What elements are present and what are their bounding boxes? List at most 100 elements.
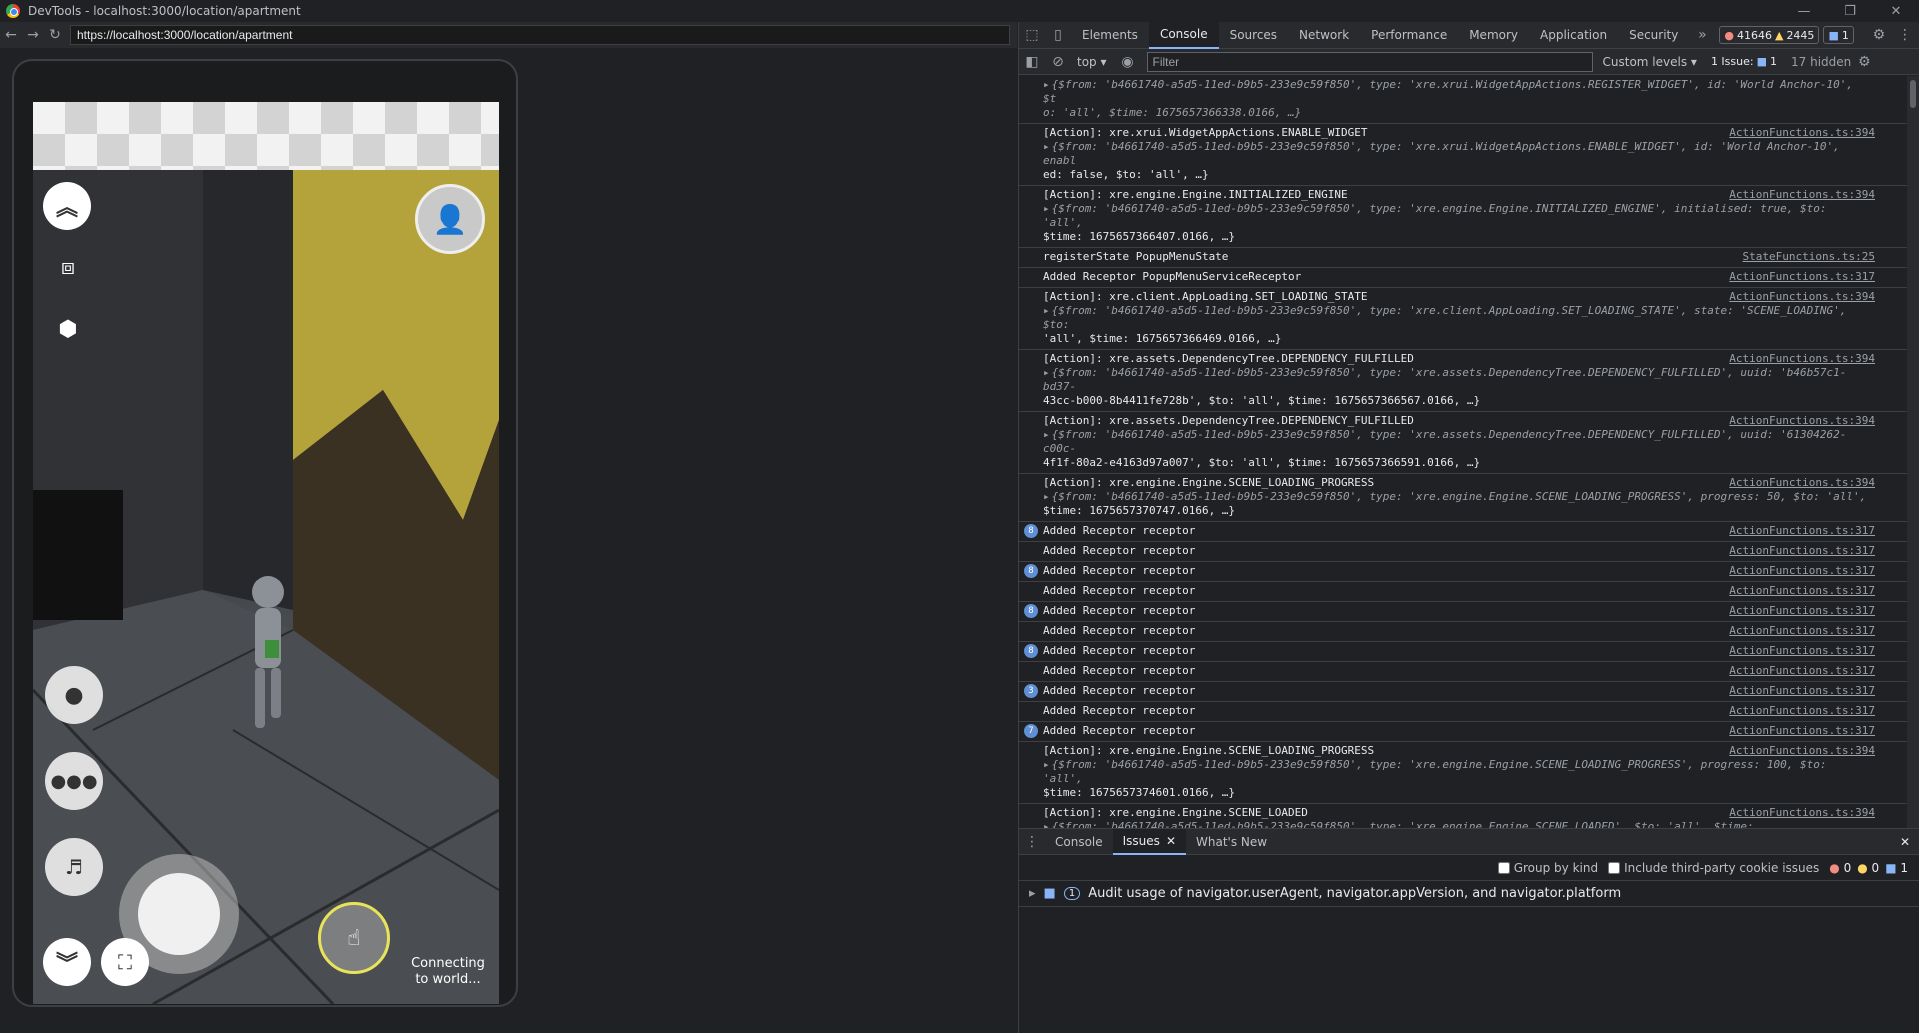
clear-console-icon[interactable]: ⊘ xyxy=(1045,48,1071,75)
avatar-button[interactable]: 👤 xyxy=(415,184,485,254)
reload-icon[interactable]: ↻ xyxy=(44,27,66,43)
vr-mode-button[interactable]: ⧈ xyxy=(45,244,91,290)
minimize-icon[interactable]: — xyxy=(1781,0,1827,22)
restore-icon[interactable]: ❐ xyxy=(1827,0,1873,22)
console-message[interactable]: [Action]: xre.engine.Engine.SCENE_LOADIN… xyxy=(1019,474,1919,522)
drawer-tab-whats-new[interactable]: What's New xyxy=(1186,829,1277,855)
drawer-close-icon[interactable]: ✕ xyxy=(1900,835,1910,849)
source-link[interactable]: ActionFunctions.ts:317 xyxy=(1729,544,1875,558)
tab-network[interactable]: Network xyxy=(1288,22,1360,49)
third-party-checkbox[interactable] xyxy=(1608,861,1621,874)
tab-elements[interactable]: Elements xyxy=(1071,22,1149,49)
source-link[interactable]: ActionFunctions.ts:317 xyxy=(1729,584,1875,598)
emote-button[interactable]: ♬ xyxy=(45,838,103,896)
profile-button[interactable]: ● xyxy=(45,666,103,724)
expand-triangle-icon[interactable]: ▸ xyxy=(1043,304,1050,317)
console-message[interactable]: [Action]: xre.assets.DependencyTree.DEPE… xyxy=(1019,412,1919,474)
source-link[interactable]: ActionFunctions.ts:317 xyxy=(1729,524,1875,538)
error-badge[interactable]: ● 41646 ▲ 2445 xyxy=(1719,26,1820,44)
interact-button[interactable]: ☝ xyxy=(318,902,390,974)
console-message[interactable]: 8 Added Receptor receptor ActionFunctions.… xyxy=(1019,562,1919,582)
sidebar-toggle-icon[interactable]: ◧ xyxy=(1019,48,1045,75)
console-message[interactable]: ▸ {$from: 'b4661740-a5d5-11ed-b9b5-233e9c… xyxy=(1019,76,1919,124)
tab-console[interactable]: Console xyxy=(1148,21,1219,49)
more-tabs-icon[interactable]: » xyxy=(1689,22,1715,49)
expand-triangle-icon[interactable]: ▸ xyxy=(1043,78,1050,91)
expand-triangle-icon[interactable]: ▸ xyxy=(1043,758,1050,771)
issues-link[interactable]: 1 Issue: ■ 1 xyxy=(1707,53,1781,71)
ar-mode-button[interactable]: ⬢ xyxy=(45,306,91,352)
console-message[interactable]: Added Receptor receptor ActionFunctions.t… xyxy=(1019,662,1919,682)
tab-sources[interactable]: Sources xyxy=(1219,22,1288,49)
expand-triangle-icon[interactable]: ▸ xyxy=(1043,490,1050,503)
eye-icon[interactable]: ◉ xyxy=(1115,48,1141,75)
console-message[interactable]: Added Receptor receptor ActionFunctions.t… xyxy=(1019,582,1919,602)
group-by-kind-checkbox[interactable] xyxy=(1497,861,1510,874)
console-message[interactable]: [Action]: xre.client.AppLoading.SET_LOAD… xyxy=(1019,288,1919,350)
source-link[interactable]: ActionFunctions.ts:394 xyxy=(1729,806,1875,820)
source-link[interactable]: ActionFunctions.ts:317 xyxy=(1729,684,1875,698)
device-toggle-icon[interactable]: ▯ xyxy=(1045,22,1071,49)
third-party-option[interactable]: Include third-party cookie issues xyxy=(1608,861,1819,875)
close-icon[interactable]: ✕ xyxy=(1873,0,1919,22)
filter-input[interactable] xyxy=(1146,51,1593,72)
console-message[interactable]: registerState PopupMenuState StateFunctio… xyxy=(1019,248,1919,268)
console-message[interactable]: [Action]: xre.assets.DependencyTree.DEPE… xyxy=(1019,350,1919,412)
source-link[interactable]: ActionFunctions.ts:317 xyxy=(1729,704,1875,718)
console-message[interactable]: [Action]: xre.engine.Engine.SCENE_LOADED… xyxy=(1019,804,1919,828)
source-link[interactable]: ActionFunctions.ts:394 xyxy=(1729,414,1875,428)
console-message[interactable]: 8 Added Receptor receptor ActionFunctions.… xyxy=(1019,522,1919,542)
source-link[interactable]: ActionFunctions.ts:394 xyxy=(1729,126,1875,140)
drawer-menu-icon[interactable]: ⋮ xyxy=(1019,828,1045,855)
source-link[interactable]: ActionFunctions.ts:317 xyxy=(1729,644,1875,658)
expand-triangle-icon[interactable]: ▸ xyxy=(1043,140,1050,153)
expand-triangle-icon[interactable]: ▸ xyxy=(1043,202,1050,215)
console-message[interactable]: 7 Added Receptor receptor ActionFunctions.… xyxy=(1019,722,1919,742)
console-message[interactable]: [Action]: xre.engine.Engine.INITIALIZED_… xyxy=(1019,186,1919,248)
levels-dropdown[interactable]: Custom levels ▾ xyxy=(1603,55,1697,69)
kebab-menu-icon[interactable]: ⋮ xyxy=(1892,22,1918,49)
tab-performance[interactable]: Performance xyxy=(1360,22,1458,49)
back-icon[interactable]: ← xyxy=(0,27,22,43)
world-scene[interactable]: ︽ ⧈ ⬢ 👤 ● ●●● ♬ ☝ ︾ ⛶ Connecting to worl… xyxy=(33,170,499,1004)
fullscreen-button[interactable]: ⛶ xyxy=(101,938,149,986)
source-link[interactable]: ActionFunctions.ts:317 xyxy=(1729,724,1875,738)
source-link[interactable]: ActionFunctions.ts:317 xyxy=(1729,270,1875,284)
source-link[interactable]: ActionFunctions.ts:394 xyxy=(1729,290,1875,304)
drawer-tab-issues[interactable]: Issues ✕ xyxy=(1112,828,1186,855)
expand-triangle-icon[interactable]: ▸ xyxy=(1043,820,1050,828)
drawer-tab-console[interactable]: Console xyxy=(1045,829,1113,855)
tab-memory[interactable]: Memory xyxy=(1458,22,1529,49)
issue-item[interactable]: ▸ ■ 1 Audit usage of navigator.userAgent… xyxy=(1019,881,1919,907)
expand-arrow-icon[interactable]: ▸ xyxy=(1029,886,1036,901)
source-link[interactable]: ActionFunctions.ts:317 xyxy=(1729,664,1875,678)
console-message[interactable]: Added Receptor receptor ActionFunctions.t… xyxy=(1019,622,1919,642)
tab-close-icon[interactable]: ✕ xyxy=(1166,834,1176,848)
console-log[interactable]: ▸ {$from: 'b4661740-a5d5-11ed-b9b5-233e9c… xyxy=(1019,76,1919,828)
source-link[interactable]: ActionFunctions.ts:394 xyxy=(1729,744,1875,758)
tab-application[interactable]: Application xyxy=(1529,22,1618,49)
users-button[interactable]: ●●● xyxy=(45,752,103,810)
console-settings-icon[interactable]: ⚙ xyxy=(1851,48,1877,75)
console-message[interactable]: Added Receptor receptor ActionFunctions.t… xyxy=(1019,542,1919,562)
console-message[interactable]: 8 Added Receptor receptor ActionFunctions.… xyxy=(1019,642,1919,662)
source-link[interactable]: ActionFunctions.ts:317 xyxy=(1729,564,1875,578)
context-selector[interactable]: top ▾ xyxy=(1077,55,1107,69)
source-link[interactable]: ActionFunctions.ts:394 xyxy=(1729,188,1875,202)
source-link[interactable]: ActionFunctions.ts:394 xyxy=(1729,352,1875,366)
source-link[interactable]: ActionFunctions.ts:394 xyxy=(1729,476,1875,490)
message-badge[interactable]: ■ 1 xyxy=(1823,26,1854,44)
expand-triangle-icon[interactable]: ▸ xyxy=(1043,366,1050,379)
collapse-up-button[interactable]: ︽ xyxy=(43,182,91,230)
tab-security[interactable]: Security xyxy=(1618,22,1689,49)
source-link[interactable]: StateFunctions.ts:25 xyxy=(1743,250,1875,264)
console-message[interactable]: 3 Added Receptor receptor ActionFunctions.… xyxy=(1019,682,1919,702)
forward-icon[interactable]: → xyxy=(22,27,44,43)
address-bar[interactable] xyxy=(70,25,1010,45)
console-message[interactable]: [Action]: xre.xrui.WidgetAppActions.ENAB… xyxy=(1019,124,1919,186)
source-link[interactable]: ActionFunctions.ts:317 xyxy=(1729,624,1875,638)
console-message[interactable]: 8 Added Receptor receptor ActionFunctions.… xyxy=(1019,602,1919,622)
source-link[interactable]: ActionFunctions.ts:317 xyxy=(1729,604,1875,618)
console-message[interactable]: Added Receptor PopupMenuServiceReceptor A… xyxy=(1019,268,1919,288)
expand-triangle-icon[interactable]: ▸ xyxy=(1043,428,1050,441)
